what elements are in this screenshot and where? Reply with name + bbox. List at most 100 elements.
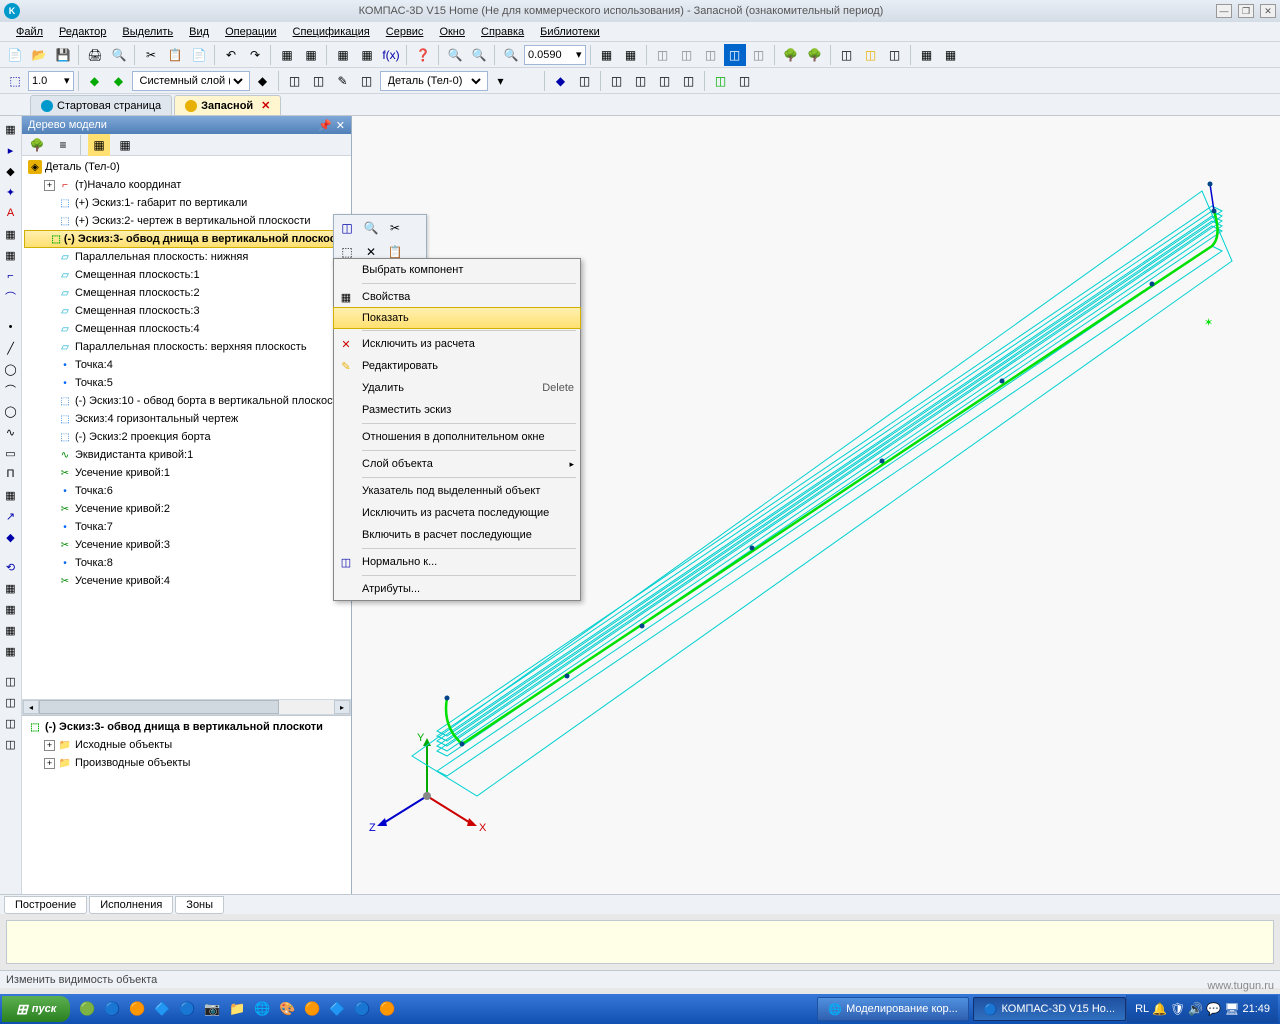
tray-1-icon[interactable]: 🔔 bbox=[1152, 1002, 1167, 1016]
c2-icon[interactable]: ◫ bbox=[574, 70, 596, 92]
ctx-normal[interactable]: ◫Нормально к... bbox=[334, 551, 580, 573]
layer1-icon[interactable]: ◆ bbox=[84, 70, 106, 92]
tree-item[interactable]: ✂Усечение кривой:2 bbox=[24, 500, 349, 518]
vt-24-icon[interactable]: ◫ bbox=[2, 672, 20, 690]
paste-icon[interactable]: 📄 bbox=[188, 44, 210, 66]
undo-icon[interactable]: ↶ bbox=[220, 44, 242, 66]
ortho-icon[interactable]: ⬚ bbox=[4, 70, 26, 92]
menu-operations[interactable]: Операции bbox=[219, 24, 282, 40]
copy-icon[interactable]: 📋 bbox=[164, 44, 186, 66]
layer-select[interactable]: Системный слой (0) bbox=[132, 71, 250, 91]
vt-20-icon[interactable]: ▦ bbox=[2, 579, 20, 597]
scale-input[interactable]: ▾ bbox=[28, 71, 74, 91]
save-icon[interactable]: 💾 bbox=[52, 44, 74, 66]
tree-item-selected[interactable]: ⬚(-) Эскиз:3- обвод днища в вертикальной… bbox=[24, 230, 349, 248]
tree-item[interactable]: ▱Смещенная плоскость:2 bbox=[24, 284, 349, 302]
tool2-icon[interactable]: ▦ bbox=[300, 44, 322, 66]
tree-item[interactable]: ▱Смещенная плоскость:3 bbox=[24, 302, 349, 320]
ft-2-icon[interactable]: 🔍 bbox=[360, 217, 382, 239]
menu-spec[interactable]: Спецификация bbox=[287, 24, 376, 40]
tree2-icon[interactable]: 🌳 bbox=[804, 44, 826, 66]
vt-14-icon[interactable]: ▭ bbox=[2, 444, 20, 462]
vt-6-icon[interactable]: ⌐ bbox=[2, 267, 20, 285]
close-button[interactable]: ✕ bbox=[1260, 4, 1276, 18]
tab-zones[interactable]: Зоны bbox=[175, 896, 224, 914]
ql-8-icon[interactable]: 🌐 bbox=[251, 998, 273, 1020]
vt-15-icon[interactable]: Π bbox=[2, 465, 20, 483]
tree-item[interactable]: ▱Параллельная плоскость: верхняя плоскос… bbox=[24, 338, 349, 356]
layer3-icon[interactable]: ◆ bbox=[252, 70, 274, 92]
part-select[interactable]: Деталь (Тел-0) bbox=[380, 71, 488, 91]
tree-item[interactable]: ⬚(+) Эскиз:2- чертеж в вертикальной плос… bbox=[24, 212, 349, 230]
vt-22-icon[interactable]: ▦ bbox=[2, 621, 20, 639]
tree-view2-icon[interactable]: ≡ bbox=[52, 134, 74, 156]
vt-9-icon[interactable]: ╱ bbox=[2, 339, 20, 357]
a4-icon[interactable]: ▦ bbox=[916, 44, 938, 66]
ctx-delete[interactable]: УдалитьDelete bbox=[334, 377, 580, 399]
menu-libs[interactable]: Библиотеки bbox=[534, 24, 606, 40]
vt-26-icon[interactable]: ◫ bbox=[2, 714, 20, 732]
redo-icon[interactable]: ↷ bbox=[244, 44, 266, 66]
vt-8-icon[interactable]: • bbox=[2, 318, 20, 336]
menu-help[interactable]: Справка bbox=[475, 24, 530, 40]
tree-hscroll[interactable]: ◂▸ bbox=[22, 699, 351, 715]
tray-lang[interactable]: RL bbox=[1135, 1003, 1149, 1015]
vt-16-icon[interactable]: ▦ bbox=[2, 486, 20, 504]
tray-3-icon[interactable]: 🔊 bbox=[1188, 1002, 1203, 1016]
ql-3-icon[interactable]: 🟠 bbox=[126, 998, 148, 1020]
tree-item[interactable]: ✂Усечение кривой:3 bbox=[24, 536, 349, 554]
c7-icon[interactable]: ◫ bbox=[710, 70, 732, 92]
tray-2-icon[interactable]: 🛡 bbox=[1170, 1002, 1185, 1016]
tool4-icon[interactable]: ▦ bbox=[356, 44, 378, 66]
ctx-properties[interactable]: ▦Свойства bbox=[334, 286, 580, 308]
box1-icon[interactable]: ◫ bbox=[652, 44, 674, 66]
tool1-icon[interactable]: ▦ bbox=[276, 44, 298, 66]
help-icon[interactable]: ❓ bbox=[412, 44, 434, 66]
ctx-show[interactable]: Показать bbox=[333, 307, 581, 329]
box2-icon[interactable]: ◫ bbox=[676, 44, 698, 66]
task-kompas[interactable]: 🔵 КОМПАС-3D V15 Ho... bbox=[973, 997, 1126, 1021]
tree-item[interactable]: ∿Эквидистанта кривой:1 bbox=[24, 446, 349, 464]
vt-17-icon[interactable]: ↗ bbox=[2, 507, 20, 525]
ctx-edit[interactable]: ✎Редактировать bbox=[334, 355, 580, 377]
box4-icon[interactable]: ◫ bbox=[724, 44, 746, 66]
b4-icon[interactable]: ◫ bbox=[356, 70, 378, 92]
vt-25-icon[interactable]: ◫ bbox=[2, 693, 20, 711]
vt-27-icon[interactable]: ◫ bbox=[2, 735, 20, 753]
ql-6-icon[interactable]: 📷 bbox=[201, 998, 223, 1020]
a3-icon[interactable]: ◫ bbox=[884, 44, 906, 66]
ql-13-icon[interactable]: 🟠 bbox=[376, 998, 398, 1020]
box5-icon[interactable]: ◫ bbox=[748, 44, 770, 66]
b1-icon[interactable]: ◫ bbox=[284, 70, 306, 92]
cut-icon[interactable]: ✂ bbox=[140, 44, 162, 66]
ctx-place[interactable]: Разместить эскиз bbox=[334, 399, 580, 421]
a2-icon[interactable]: ◫ bbox=[860, 44, 882, 66]
b2-icon[interactable]: ◫ bbox=[308, 70, 330, 92]
a1-icon[interactable]: ◫ bbox=[836, 44, 858, 66]
c4-icon[interactable]: ◫ bbox=[630, 70, 652, 92]
tree-item[interactable]: •Точка:7 bbox=[24, 518, 349, 536]
menu-view[interactable]: Вид bbox=[183, 24, 215, 40]
tab-close-icon[interactable]: ✕ bbox=[261, 99, 270, 112]
b3-icon[interactable]: ✎ bbox=[332, 70, 354, 92]
ctx-attrs[interactable]: Атрибуты... bbox=[334, 578, 580, 600]
ctx-layer[interactable]: Слой объекта▸ bbox=[334, 453, 580, 475]
tree-item[interactable]: ✂Усечение кривой:4 bbox=[24, 572, 349, 590]
tree-item[interactable]: •Точка:5 bbox=[24, 374, 349, 392]
ft-3-icon[interactable]: ✂ bbox=[384, 217, 406, 239]
tray-5-icon[interactable]: 🖥 bbox=[1224, 1002, 1239, 1016]
vt-19-icon[interactable]: ⟲ bbox=[2, 558, 20, 576]
vt-10-icon[interactable]: ◯ bbox=[2, 360, 20, 378]
menu-tools[interactable]: Сервис bbox=[380, 24, 430, 40]
tree-item[interactable]: ✂Усечение кривой:1 bbox=[24, 464, 349, 482]
tree-item[interactable]: •Точка:4 bbox=[24, 356, 349, 374]
b5-icon[interactable]: ▾ bbox=[490, 70, 512, 92]
ctx-exclude[interactable]: ✕Исключить из расчета bbox=[334, 333, 580, 355]
vt-12-icon[interactable]: ◯ bbox=[2, 402, 20, 420]
ql-1-icon[interactable]: 🟢 bbox=[76, 998, 98, 1020]
vt-7-icon[interactable]: ⌒ bbox=[2, 288, 20, 306]
ft-1-icon[interactable]: ◫ bbox=[336, 217, 358, 239]
ql-5-icon[interactable]: 🔵 bbox=[176, 998, 198, 1020]
tree-view4-icon[interactable]: ▦ bbox=[114, 134, 136, 156]
tree-item[interactable]: ⬚(-) Эскиз:2 проекция борта bbox=[24, 428, 349, 446]
